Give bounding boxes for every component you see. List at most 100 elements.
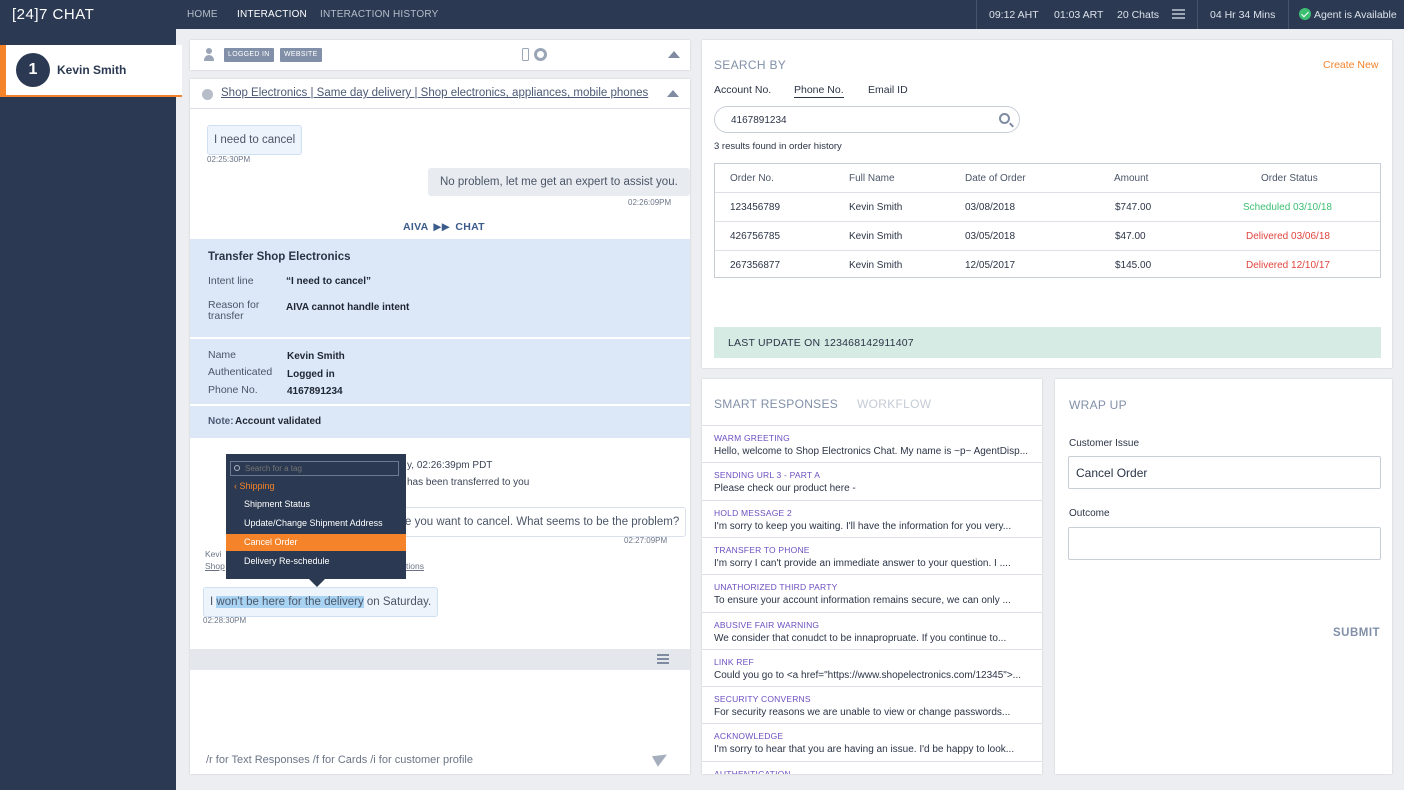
brand-logo: [24]7 CHAT — [12, 6, 95, 23]
authenticated-value: Logged in — [287, 369, 335, 380]
tab-email-id[interactable]: Email ID — [868, 84, 908, 96]
smart-response-text: For security reasons we are unable to vi… — [714, 707, 1011, 719]
phone-icon — [522, 48, 529, 61]
customer-issue-input[interactable] — [1076, 465, 1371, 480]
smart-response-item[interactable]: SENDING URL 3 - PART A Please check our p… — [702, 462, 1042, 499]
chat-list-sidebar — [0, 29, 176, 790]
customer-message[interactable]: I won't be here for the delivery on Satu… — [203, 587, 439, 617]
composer-hint[interactable]: /r for Text Responses /f for Cards /i fo… — [206, 754, 473, 766]
system-message: y, 02:26:39pm PDT — [407, 460, 493, 471]
smart-response-title: UNATHORIZED THIRD PARTY — [714, 582, 838, 593]
order-amount: $145.00 — [1115, 260, 1152, 271]
smart-responses-panel: SMART RESPONSES WORKFLOW WARM GREETING He… — [702, 379, 1042, 774]
tag-item-cancel-order[interactable]: Cancel Order — [226, 534, 406, 551]
tab-workflow[interactable]: WORKFLOW — [857, 397, 931, 411]
menu-icon[interactable] — [657, 654, 669, 664]
order-amount: $747.00 — [1115, 202, 1152, 213]
agent-message: e you want to cancel. What seems to be t… — [400, 507, 687, 537]
tag-item-update-address[interactable]: Update/Change Shipment Address — [226, 515, 406, 532]
login-time: 04 Hr 34 Mins — [1210, 9, 1276, 21]
smart-response-item[interactable]: LINK REF Could you go to <a href="https:/… — [702, 648, 1042, 686]
tab-phone-no[interactable]: Phone No. — [794, 84, 844, 98]
order-status: Delivered 12/10/17 — [1246, 260, 1330, 271]
table-row[interactable]: 123456789 Kevin Smith 03/08/2018 $747.00… — [715, 192, 1380, 220]
tag-item-shipment-status[interactable]: Shipment Status — [226, 496, 406, 513]
smart-response-text: Could you go to <a href="https://www.sho… — [714, 669, 1021, 681]
site-title-link[interactable]: Shop Electronics | Same day delivery | S… — [221, 87, 648, 99]
divider — [1197, 0, 1198, 29]
message-timestamp: 02:27:09PM — [624, 536, 668, 545]
authenticated-label: Authenticated — [208, 366, 273, 378]
tag-search-box[interactable] — [230, 461, 399, 476]
smart-response-title: ACKNOWLEDGE — [714, 731, 784, 742]
smart-response-item[interactable]: AUTHENTICATION — [702, 760, 1042, 774]
note-label: Note: — [208, 416, 234, 427]
chat-number-badge: 1 — [16, 53, 50, 87]
nav-home[interactable]: HOME — [187, 9, 218, 20]
customer-issue-field[interactable] — [1068, 456, 1381, 489]
tab-smart-responses[interactable]: SMART RESPONSES — [714, 397, 838, 411]
tag-back-shipping[interactable]: ‹ Shipping — [234, 481, 275, 491]
list-icon[interactable] — [1172, 9, 1185, 19]
column-header: Order No. — [730, 173, 774, 184]
submit-button[interactable]: SUBMIT — [1333, 627, 1380, 639]
handoff-to: CHAT — [455, 221, 485, 233]
smart-response-item[interactable]: HOLD MESSAGE 2 I'm sorry to keep you wait… — [702, 499, 1042, 537]
selected-text[interactable]: won't be here for the delivery — [216, 596, 364, 608]
search-box[interactable] — [714, 106, 1020, 133]
tab-account-no[interactable]: Account No. — [714, 84, 771, 96]
table-row[interactable]: 267356877 Kevin Smith 12/05/2017 $145.00… — [715, 250, 1380, 278]
reason-label-line2: transfer — [208, 310, 244, 322]
chats-count: 20 Chats — [1117, 9, 1160, 21]
tag-search-input[interactable] — [245, 463, 395, 474]
smart-response-item[interactable]: UNATHORIZED THIRD PARTY To ensure your ac… — [702, 574, 1042, 611]
order-number: 426756785 — [730, 231, 781, 242]
logged-in-badge: LOGGED IN — [224, 48, 274, 62]
smart-response-title: SECURITY CONVERNS — [714, 694, 811, 705]
message-text: on Saturday. — [363, 596, 432, 608]
aht-stat: 09:12 AHT — [989, 9, 1039, 21]
smart-response-title: SENDING URL 3 - PART A — [714, 470, 821, 481]
note-text: Account validated — [235, 416, 322, 427]
message-timestamp: 02:26:09PM — [628, 198, 672, 207]
column-header: Order Status — [1261, 173, 1318, 184]
outcome-input[interactable] — [1076, 536, 1371, 551]
send-icon[interactable] — [651, 749, 671, 767]
divider — [190, 108, 690, 109]
tag-item-delivery-reschedule[interactable]: Delivery Re-schedule — [226, 553, 406, 570]
customer-details-card: Name Kevin Smith Authenticated Logged in… — [190, 339, 690, 404]
reason-value: AIVA cannot handle intent — [286, 302, 410, 313]
order-number: 267356877 — [730, 260, 781, 271]
customer-message: I need to cancel — [207, 125, 303, 155]
smart-response-text: I'm sorry to keep you waiting. I'll have… — [714, 520, 1012, 532]
agent-status[interactable]: Agent is Available — [1314, 9, 1397, 21]
nav-interaction[interactable]: INTERACTION — [237, 9, 307, 20]
last-update-banner: LAST UPDATE ON 123468142911407 — [714, 327, 1381, 358]
chrome-icon — [534, 48, 547, 61]
chat-tab-kevin-smith[interactable]: 1 Kevin Smith — [0, 45, 182, 97]
order-status: Scheduled 03/10/18 — [1243, 202, 1332, 213]
smart-response-item[interactable]: SECURITY CONVERNS For security reasons we… — [702, 686, 1042, 723]
agent-site-fragment: tions — [406, 561, 424, 571]
top-bar: [24]7 CHAT HOME INTERACTION INTERACTION … — [0, 0, 1404, 29]
wrap-up-panel: WRAP UP Customer Issue Outcome SUBMIT — [1055, 379, 1392, 774]
chevron-up-icon[interactable] — [668, 51, 680, 58]
outcome-field[interactable] — [1068, 527, 1381, 560]
search-input[interactable] — [731, 113, 981, 127]
phone-value: 4167891234 — [287, 386, 343, 397]
smart-response-title: LINK REF — [714, 656, 754, 667]
handoff-label: AIVA ▶▶ CHAT — [403, 221, 485, 233]
search-icon[interactable] — [999, 113, 1010, 124]
smart-response-item[interactable]: WARM GREETING Hello, welcome to Shop Elec… — [702, 425, 1042, 462]
smart-response-title: AUTHENTICATION — [714, 768, 791, 774]
create-new-link[interactable]: Create New — [1323, 59, 1378, 71]
smart-response-item[interactable]: ABUSIVE FAIR WARNING We consider that con… — [702, 611, 1042, 649]
nav-interaction-history[interactable]: INTERACTION HISTORY — [320, 9, 438, 20]
chevron-up-icon[interactable] — [667, 90, 679, 97]
agent-name-fragment: Kevi — [205, 549, 222, 559]
order-date: 12/05/2017 — [965, 260, 1016, 271]
smart-response-item[interactable]: TRANSFER TO PHONE I'm sorry I can't provi… — [702, 536, 1042, 574]
table-row[interactable]: 426756785 Kevin Smith 03/05/2018 $47.00 … — [715, 221, 1380, 249]
order-amount: $47.00 — [1115, 231, 1146, 242]
smart-response-item[interactable]: ACKNOWLEDGE I'm sorry to hear that you ar… — [702, 723, 1042, 760]
